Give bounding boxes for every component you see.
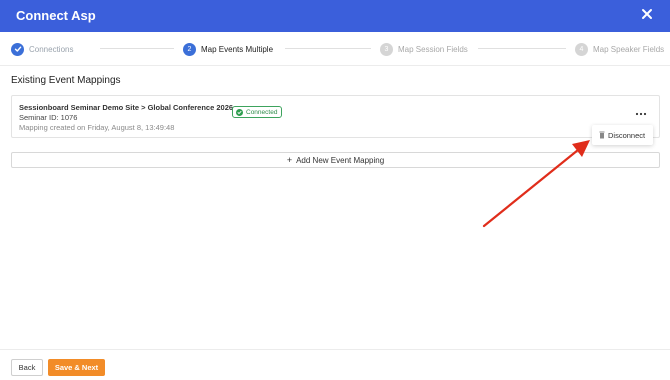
event-mapping-card: Sessionboard Seminar Demo Site > Global …	[11, 95, 660, 138]
step-number: 3	[380, 42, 393, 56]
add-event-mapping-button[interactable]: + Add New Event Mapping	[11, 152, 660, 168]
step-label: Map Events Multiple	[201, 44, 274, 54]
check-circle-icon	[236, 108, 243, 116]
disconnect-menu-item[interactable]: Disconnect	[592, 125, 653, 145]
mapping-created: Mapping created on Friday, August 8, 13:…	[19, 123, 175, 132]
disconnect-label: Disconnect	[608, 130, 646, 140]
step-connector	[100, 48, 174, 49]
mapping-name: Sessionboard Seminar Demo Site > Global …	[19, 103, 234, 112]
close-icon[interactable]	[640, 7, 654, 21]
step-label: Map Session Fields	[398, 44, 468, 54]
status-badge: Connected	[232, 106, 283, 118]
save-next-button[interactable]: Save & Next	[48, 359, 105, 376]
more-horizontal-icon	[635, 112, 647, 116]
back-button[interactable]: Back	[11, 359, 43, 376]
stepper: Connections 2 Map Events Multiple 3 Map …	[0, 32, 670, 66]
modal-title: Connect Asp	[16, 8, 96, 23]
step-number: 2	[183, 42, 196, 56]
step-connector	[285, 48, 371, 49]
modal-header: Connect Asp	[0, 0, 670, 32]
modal-footer: Back Save & Next	[0, 349, 670, 380]
step-map-session[interactable]: 3 Map Session Fields	[380, 42, 468, 56]
step-connector	[478, 48, 566, 49]
step-label: Connections	[29, 44, 74, 54]
step-number: 4	[575, 42, 588, 56]
plus-icon: +	[286, 154, 293, 165]
step-label: Map Speaker Fields	[593, 44, 665, 54]
step-connections[interactable]: Connections	[11, 42, 73, 56]
check-icon	[11, 42, 24, 56]
step-map-events[interactable]: 2 Map Events Multiple	[183, 42, 273, 56]
more-options-button[interactable]	[635, 111, 647, 117]
section-title: Existing Event Mappings	[11, 75, 121, 86]
trash-icon	[599, 131, 605, 139]
add-mapping-label: Add New Event Mapping	[296, 155, 385, 165]
step-map-speaker[interactable]: 4 Map Speaker Fields	[575, 42, 664, 56]
seminar-id: Seminar ID: 1076	[19, 113, 78, 122]
status-text: Connected	[246, 108, 278, 116]
